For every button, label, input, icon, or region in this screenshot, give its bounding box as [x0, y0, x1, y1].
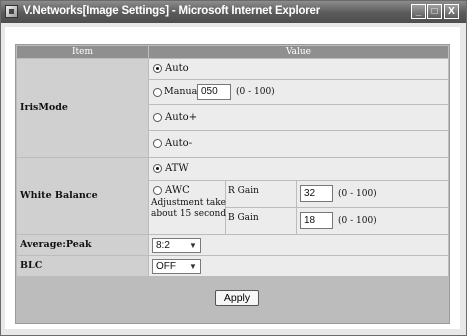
wb-atw-radio[interactable]	[153, 164, 162, 173]
iris-mode-label: IrisMode	[17, 59, 148, 157]
close-button[interactable]: X	[444, 4, 459, 19]
blc-value: OFF	[156, 261, 176, 272]
window-title: V.Networks[Image Settings] - Microsoft I…	[23, 5, 321, 17]
blc-row: OFF ▼	[149, 256, 448, 276]
r-gain-range: (0 - 100)	[338, 189, 377, 199]
blc-select[interactable]: OFF ▼	[152, 259, 201, 274]
average-peak-label: Average:Peak	[17, 235, 148, 255]
iris-manual-row: Manual 050 (0 - 100)	[149, 80, 448, 104]
r-gain-input[interactable]: 32	[300, 185, 333, 202]
ie-icon	[5, 5, 18, 18]
wb-awc-radio[interactable]	[153, 186, 162, 195]
blc-label: BLC	[17, 256, 148, 276]
title-bar: V.Networks[Image Settings] - Microsoft I…	[1, 1, 466, 23]
iris-auto-row: Auto	[149, 59, 448, 79]
minimize-button[interactable]: _	[411, 4, 426, 19]
apply-button[interactable]: Apply	[215, 290, 259, 306]
iris-manual-label: Manual	[164, 86, 201, 97]
wb-atw-label: ATW	[165, 163, 189, 174]
r-gain-label: R Gain	[228, 186, 259, 196]
average-peak-value: 8:2	[156, 240, 170, 251]
wb-awc-cell: AWC Adjustment takes about 15 seconds.	[149, 181, 234, 234]
settings-table: Item Value IrisMode Auto Manual 050 (0 -…	[15, 44, 450, 324]
r-gain-label-cell: R Gain	[226, 181, 296, 207]
page-content: Item Value IrisMode Auto Manual 050 (0 -…	[5, 27, 460, 329]
iris-auto-minus-row: Auto-	[149, 131, 448, 157]
iris-manual-input[interactable]: 050	[197, 84, 231, 100]
chevron-down-icon: ▼	[189, 241, 197, 250]
iris-auto-minus-radio[interactable]	[153, 139, 162, 148]
iris-manual-radio[interactable]	[153, 88, 162, 97]
iris-auto-radio[interactable]	[153, 64, 162, 73]
b-gain-label-cell: B Gain	[226, 208, 296, 234]
iris-manual-range: (0 - 100)	[236, 87, 275, 97]
b-gain-input[interactable]: 18	[300, 212, 333, 229]
b-gain-range: (0 - 100)	[338, 216, 377, 226]
average-peak-select[interactable]: 8:2 ▼	[152, 238, 201, 253]
iris-auto-plus-label: Auto+	[165, 112, 198, 123]
header-value: Value	[149, 46, 448, 58]
wb-awc-note-1: Adjustment takes	[151, 198, 231, 208]
iris-auto-plus-row: Auto+	[149, 105, 448, 130]
average-peak-row: 8:2 ▼	[149, 235, 448, 255]
wb-awc-note-2: about 15 seconds.	[151, 209, 234, 219]
wb-atw-row: ATW	[149, 158, 448, 180]
chevron-down-icon: ▼	[189, 262, 197, 271]
iris-auto-label: Auto	[165, 63, 189, 74]
maximize-button[interactable]: □	[427, 4, 442, 19]
iris-auto-minus-label: Auto-	[165, 138, 193, 149]
b-gain-value-cell: 18 (0 - 100)	[297, 208, 448, 234]
iris-auto-plus-radio[interactable]	[153, 113, 162, 122]
b-gain-label: B Gain	[228, 213, 259, 223]
r-gain-value-cell: 32 (0 - 100)	[297, 181, 448, 207]
wb-awc-label: AWC	[165, 185, 190, 196]
white-balance-label: White Balance	[17, 158, 148, 234]
browser-window: V.Networks[Image Settings] - Microsoft I…	[0, 0, 467, 336]
header-item: Item	[17, 46, 148, 58]
